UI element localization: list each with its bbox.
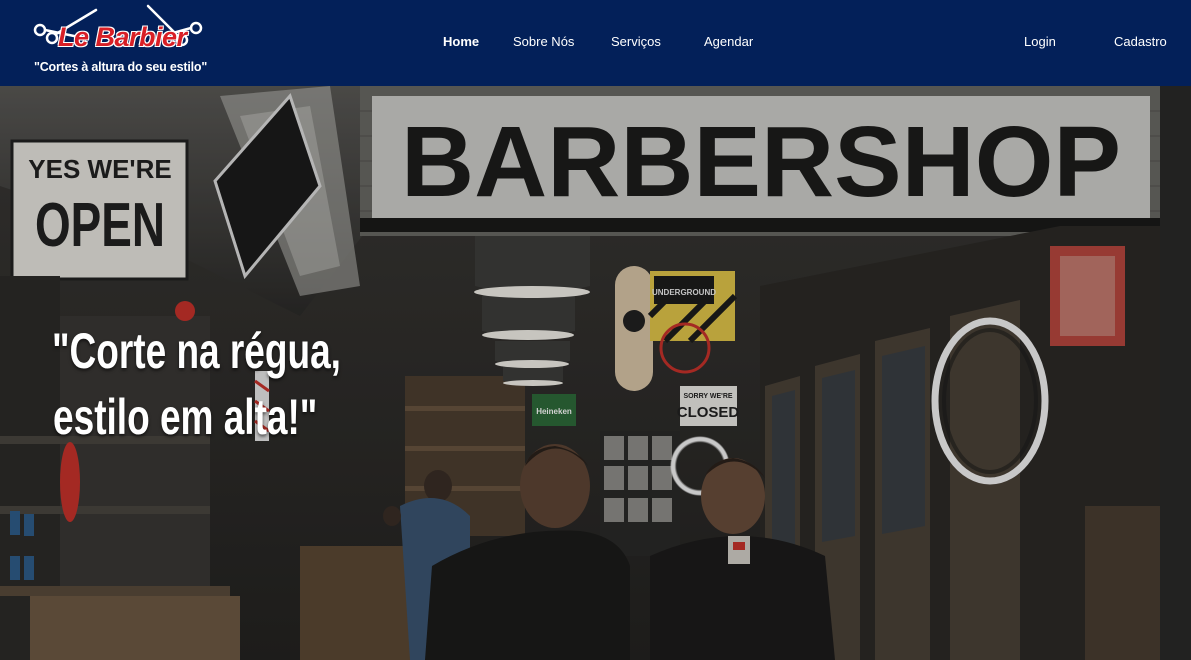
nav-home[interactable]: Home <box>443 34 479 49</box>
login-link[interactable]: Login <box>1024 34 1056 49</box>
logo[interactable]: Le Barbier "Cortes à altura do seu estil… <box>30 2 210 80</box>
hero-quote: "Corte na régua, estilo em alta!" <box>52 318 341 450</box>
nav-agendar[interactable]: Agendar <box>704 34 753 49</box>
hero-section: BARBERSHOP YES WE'RE OPEN Heineken UNDER… <box>0 86 1191 660</box>
hero-quote-line2: estilo em alta!" <box>53 389 318 445</box>
logo-title: Le Barbier <box>58 22 187 52</box>
nav-servicos[interactable]: Serviços <box>611 34 661 49</box>
logo-tagline: "Cortes à altura do seu estilo" <box>34 60 208 74</box>
nav-sobre-nos[interactable]: Sobre Nós <box>513 34 574 49</box>
signup-link[interactable]: Cadastro <box>1114 34 1167 49</box>
hero-quote-line1: "Corte na régua, <box>52 323 341 379</box>
navbar: Le Barbier "Cortes à altura do seu estil… <box>0 0 1191 86</box>
